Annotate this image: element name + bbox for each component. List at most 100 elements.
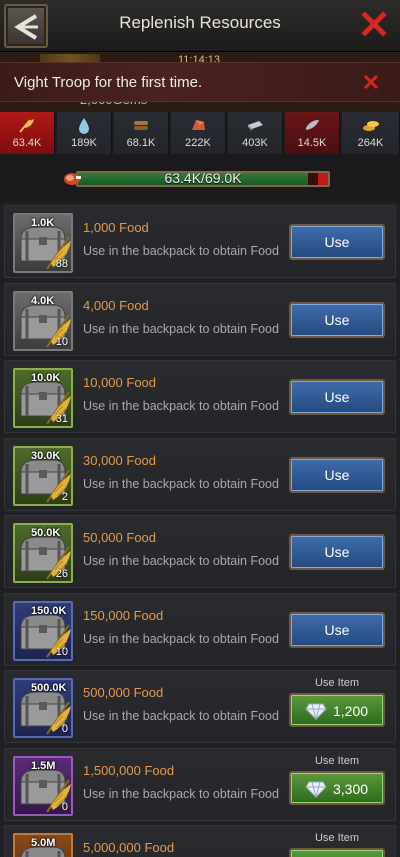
owned-count: 10	[55, 335, 68, 348]
tab-oil[interactable]: 14.5K	[285, 112, 340, 154]
amount-badge: 500.0K	[31, 682, 67, 694]
use-button[interactable]: Use	[289, 224, 385, 260]
use-button[interactable]: Use	[289, 301, 385, 338]
buy-with-gems-button[interactable]: 1,200	[289, 693, 385, 727]
item-icon: 1.5M 0	[13, 755, 73, 816]
buy-with-gems-button[interactable]	[289, 848, 385, 857]
food-icon	[19, 119, 34, 133]
item-icon: 5.0M0	[13, 833, 73, 857]
item-name: 30,000 Food	[83, 452, 157, 468]
header-bar: Replenish Resources	[0, 0, 400, 52]
amount-badge: 150.0K	[31, 604, 67, 617]
gem-icon	[305, 781, 327, 798]
gem-icon	[305, 703, 327, 720]
use-button[interactable]: Use	[289, 456, 385, 493]
water-icon	[79, 118, 89, 134]
item-row: 50.0K 26 50,000 Food Use in the backpack to…	[4, 515, 396, 588]
owned-count: 0	[61, 723, 68, 735]
item-description: Use in the backpack to obtain Food	[83, 786, 279, 801]
owned-count: 88	[55, 258, 68, 270]
use-button[interactable]: Use	[289, 379, 385, 415]
tab-value: 189K	[71, 137, 97, 149]
item-name: 1,000 Food	[83, 220, 149, 235]
item-name: 10,000 Food	[83, 375, 157, 390]
use-button[interactable]: Use	[289, 611, 385, 648]
tab-value: 63.4K	[12, 137, 42, 149]
amount-badge: 1.0K	[31, 217, 55, 229]
use-item-label: Use Item	[314, 677, 359, 689]
item-row: 30.0K 2 30,000 Food Use in the backpack to …	[4, 437, 396, 511]
owned-count: 0	[61, 800, 68, 813]
notification-banner[interactable]: Vight Troop for the first time.	[0, 62, 400, 102]
tab-steel[interactable]: 403K	[228, 112, 283, 154]
close-icon[interactable]	[360, 10, 388, 38]
item-icon: 30.0K 2	[13, 445, 73, 506]
buy-with-gems-button[interactable]: 3,300	[289, 770, 385, 805]
owned-count: 10	[55, 645, 68, 658]
amount-badge: 30.0K	[31, 449, 61, 462]
tab-gold[interactable]: 264K	[342, 112, 400, 154]
owned-count: 26	[55, 568, 68, 580]
tab-value: 264K	[357, 137, 384, 149]
food-progress: 63.4K/69.0K	[0, 154, 400, 202]
use-button[interactable]: Use	[289, 534, 385, 570]
tab-value: 14.5K	[297, 137, 327, 149]
item-row: 10.0K 31 10,000 Food Use in the backpack to…	[4, 360, 396, 433]
item-icon: 150.0K 10	[13, 600, 73, 661]
gold-icon	[362, 121, 379, 131]
amount-badge: 5.0M	[31, 837, 56, 849]
owned-count: 31	[55, 413, 68, 425]
replenish-resources-screen: 11:14:13 2,000Gems Replenish Resources V…	[0, 0, 400, 857]
item-name: 150,000 Food	[83, 607, 164, 623]
tab-value: 68.1K	[126, 137, 156, 149]
use-item-label: Use Item	[314, 832, 359, 844]
item-row: 500.0K 0 500,000 Food Use in the backpack t…	[4, 670, 396, 743]
item-description: Use in the backpack to obtain Food	[83, 476, 279, 491]
item-name: 50,000 Food	[83, 530, 157, 545]
banner-close-icon[interactable]	[362, 73, 380, 91]
tab-value: 403K	[242, 137, 268, 149]
item-icon: 10.0K 31	[13, 368, 73, 428]
item-row: 150.0K 10 150,000 Food Use in the backpack …	[4, 592, 396, 666]
item-name: 5,000,000 Food	[83, 840, 175, 855]
tab-ore[interactable]: 222K	[171, 112, 226, 154]
item-row: 4.0K 10 4,000 Food Use in the backpack to o…	[4, 282, 396, 356]
item-row: 1.5M 0 1,500,000 Food Use in the backpack t…	[4, 747, 396, 821]
gem-price: 3,300	[333, 780, 369, 797]
tab-wood[interactable]: 68.1K	[114, 112, 169, 154]
item-description: Use in the backpack to obtain Food	[83, 709, 279, 723]
tab-water[interactable]: 189K	[57, 112, 112, 154]
item-description: Use in the backpack to obtain Food	[83, 554, 279, 568]
progress-text: 63.4K/69.0K	[164, 170, 242, 186]
back-arrow-icon	[14, 14, 38, 40]
steel-icon	[248, 121, 263, 131]
back-button[interactable]	[4, 4, 48, 48]
owned-count: 2	[61, 490, 68, 503]
item-description: Use in the backpack to obtain Food	[83, 244, 279, 258]
item-description: Use in the backpack to obtain Food	[83, 631, 279, 646]
item-name: 500,000 Food	[83, 685, 164, 700]
item-icon: 50.0K 26	[13, 523, 73, 583]
item-icon: 500.0K 0	[13, 678, 73, 738]
wood-icon	[134, 121, 148, 130]
tab-food[interactable]: 63.4K	[0, 112, 55, 154]
banner-text: Vight Troop for the first time.	[14, 74, 203, 91]
oil-icon	[306, 120, 319, 130]
item-name: 4,000 Food	[83, 297, 149, 313]
amount-badge: 10.0K	[31, 372, 61, 384]
tab-value: 222K	[185, 137, 211, 149]
resource-tabs: 63.4K 189K 68.1K 222K 403K 14.5K 264K	[0, 112, 400, 154]
item-description: Use in the backpack to obtain Food	[83, 399, 279, 413]
item-row: 1.0K 88 1,000 Food Use in the backpack to o…	[4, 205, 396, 278]
item-icon: 4.0K 10	[13, 290, 73, 351]
item-name: 1,500,000 Food	[83, 762, 175, 778]
use-item-label: Use Item	[314, 754, 359, 767]
amount-badge: 1.5M	[31, 759, 56, 772]
item-row: 5.0M05,000,000 FoodUse in the backpack t…	[4, 825, 396, 857]
item-description: Use in the backpack to obtain Food	[83, 321, 279, 336]
item-icon: 1.0K 88	[13, 213, 73, 273]
gem-price: 1,200	[333, 703, 369, 719]
ore-icon	[192, 120, 205, 130]
amount-badge: 4.0K	[31, 294, 55, 307]
amount-badge: 50.0K	[31, 527, 61, 539]
